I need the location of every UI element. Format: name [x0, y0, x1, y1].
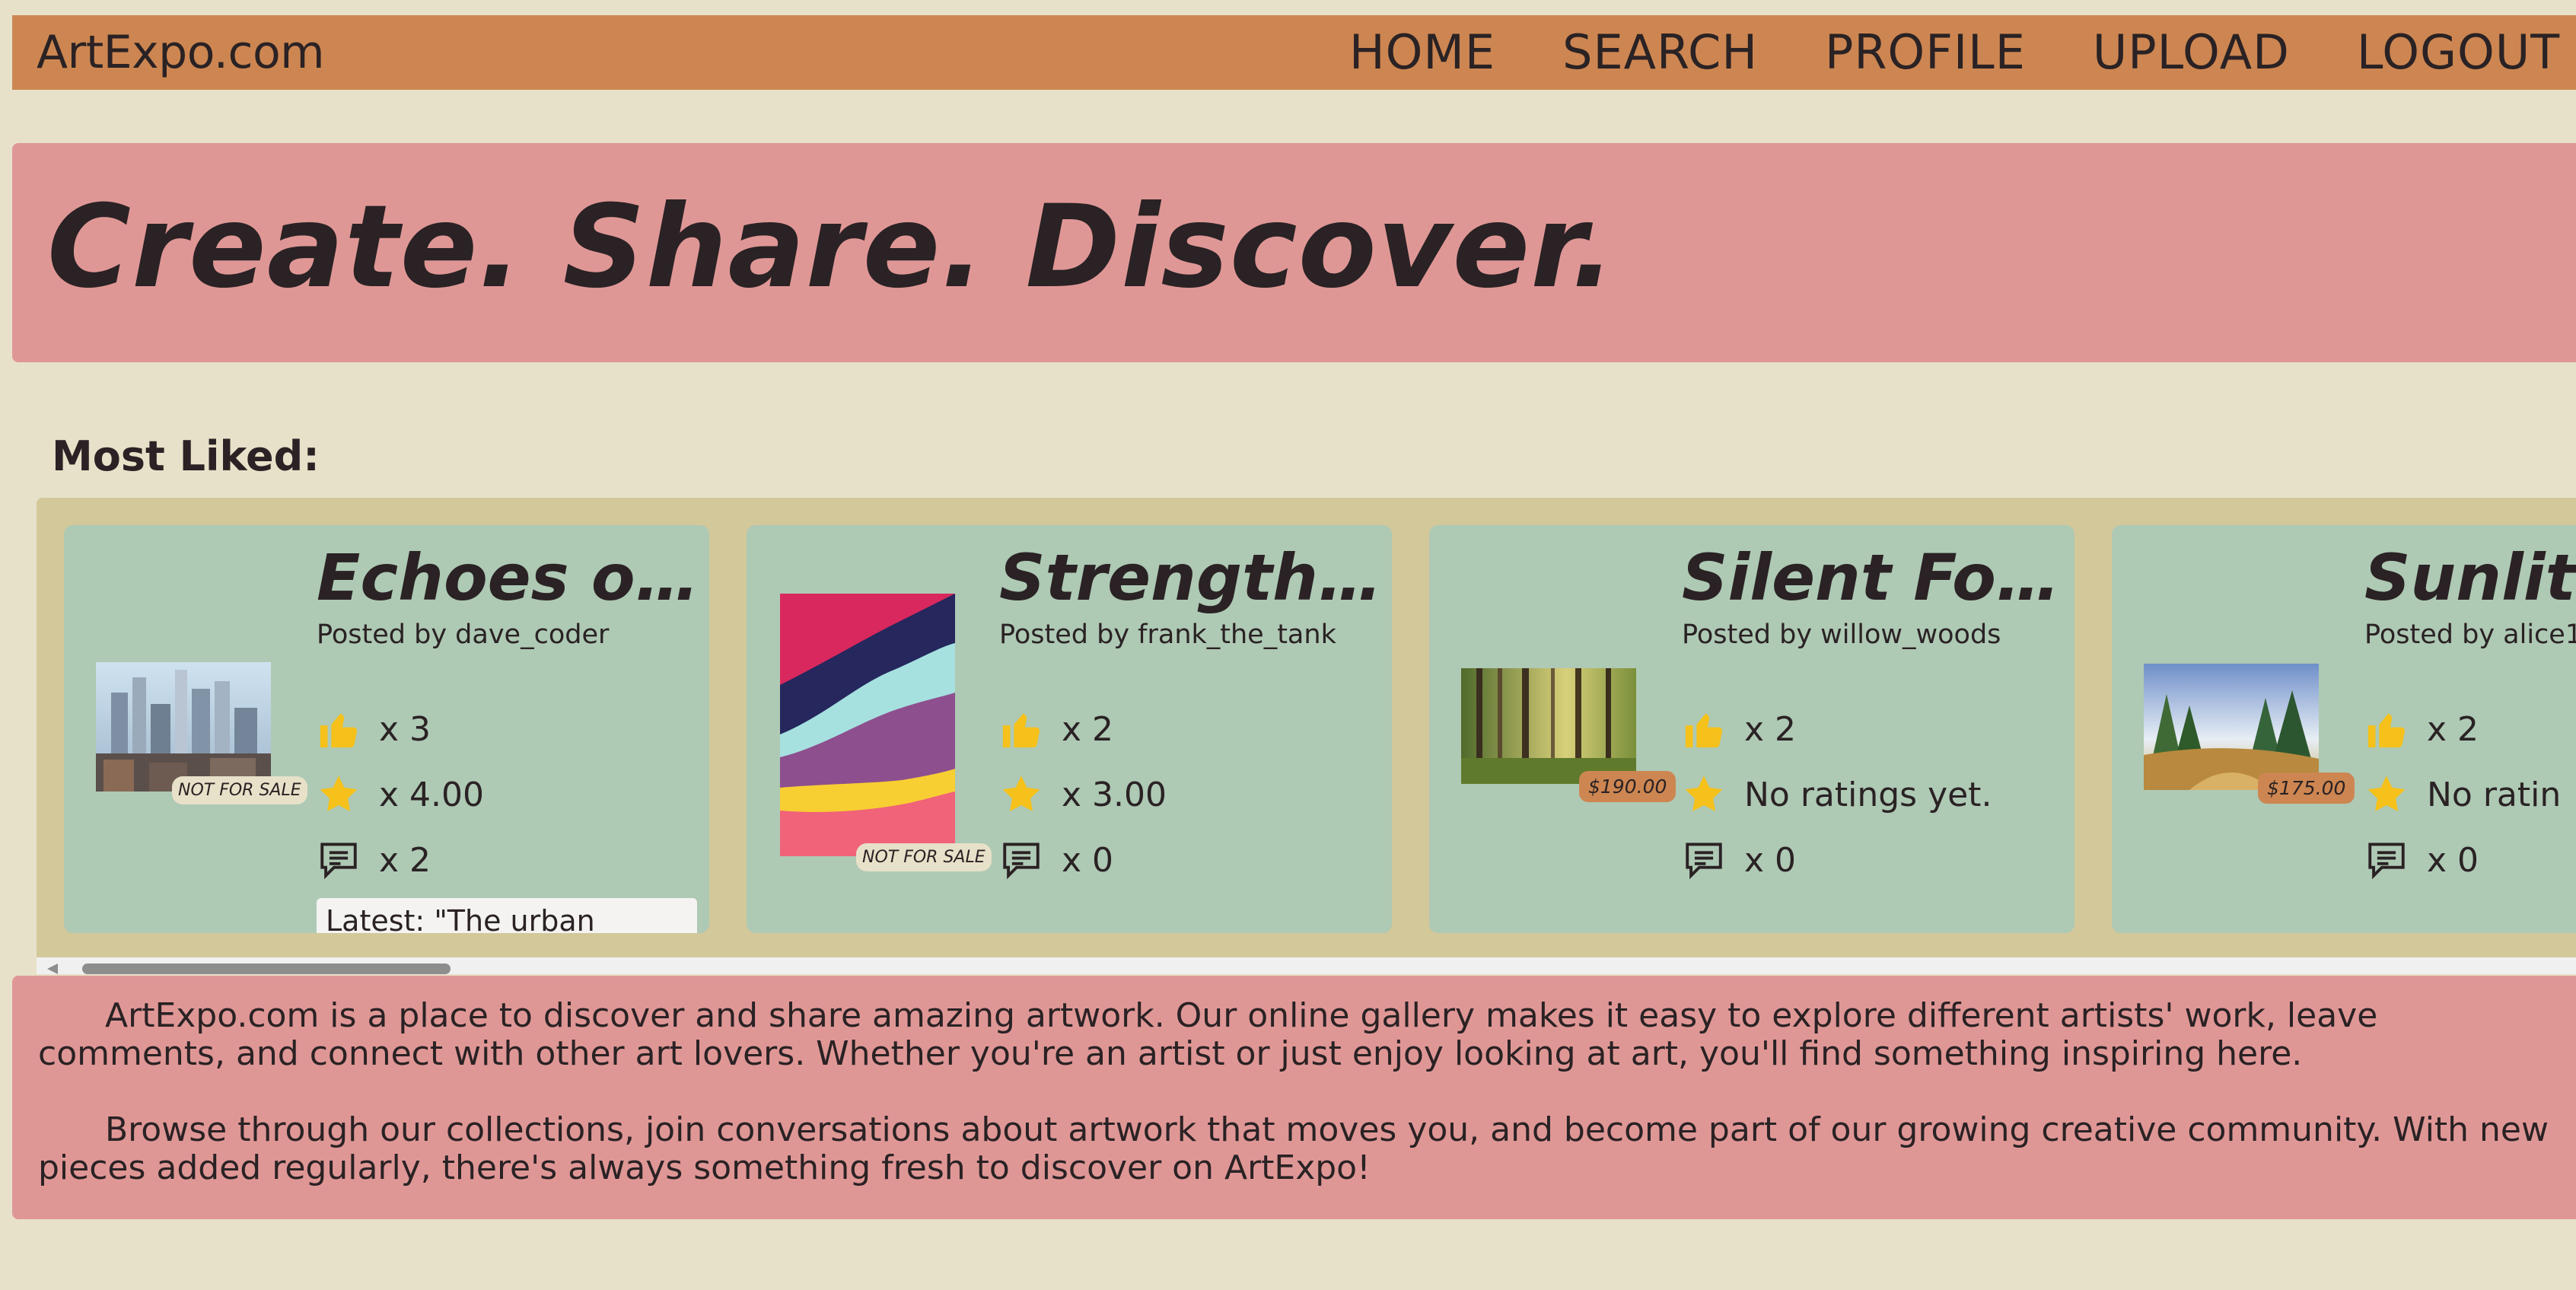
- rating-value: x 4.00: [379, 775, 484, 814]
- rating-stat: x 4.00: [317, 772, 484, 817]
- carousel-scrollbar[interactable]: [37, 957, 2576, 974]
- artwork-thumbnail[interactable]: NOT FOR SALE: [96, 662, 307, 804]
- rating-value: x 3.00: [1062, 775, 1167, 814]
- abstract-waves-artwork-image: [780, 594, 955, 856]
- brand-logo[interactable]: ArtExpo.com: [37, 15, 325, 90]
- nav-home[interactable]: HOME: [1349, 15, 1495, 90]
- nav-profile[interactable]: PROFILE: [1825, 15, 2026, 90]
- artwork-title[interactable]: Strength in...: [999, 540, 1387, 615]
- likes-stat: x 2: [2364, 706, 2479, 752]
- rating-value: No ratin: [2427, 775, 2562, 814]
- rating-stat: No ratings yet.: [1682, 772, 1992, 817]
- price-badge: $190.00: [1579, 771, 1676, 802]
- artwork-title[interactable]: Sunlit I: [2364, 540, 2576, 615]
- comments-count: x 0: [1062, 840, 1114, 880]
- comments-count: x 2: [379, 840, 431, 880]
- nav-logout[interactable]: LOGOUT: [2357, 15, 2560, 90]
- likes-count: x 3: [379, 709, 431, 749]
- top-nav: ArtExpo.com HOME SEARCH PROFILE UPLOAD L…: [12, 15, 2576, 90]
- star-icon: [1002, 776, 1040, 811]
- thumbs-up-icon[interactable]: [999, 707, 1043, 751]
- forest-artwork-image: [1461, 668, 1636, 784]
- scroll-left-arrow-icon[interactable]: [47, 964, 58, 974]
- artwork-poster: Posted by frank_the_tank: [999, 620, 1336, 650]
- comment-icon[interactable]: [317, 838, 361, 882]
- likes-count: x 2: [2427, 709, 2479, 749]
- thumbs-up-icon[interactable]: [317, 707, 361, 751]
- hero-banner: Create. Share. Discover.: [12, 143, 2576, 362]
- comments-stat: x 2: [317, 837, 431, 883]
- likes-count: x 2: [1062, 709, 1114, 749]
- comments-count: x 0: [1744, 840, 1797, 880]
- thumbs-up-icon[interactable]: [2364, 707, 2409, 751]
- comments-stat: x 0: [1682, 837, 1796, 883]
- comments-stat: x 0: [2364, 837, 2479, 883]
- nav-links: HOME SEARCH PROFILE UPLOAD LOGOUT: [1349, 15, 2576, 90]
- artwork-thumbnail[interactable]: $175.00: [2144, 664, 2355, 804]
- artwork-card[interactable]: NOT FOR SALE Echoes of t... Posted by da…: [64, 525, 709, 933]
- rating-value: No ratings yet.: [1744, 775, 1992, 814]
- star-icon: [2367, 776, 2406, 811]
- artwork-card[interactable]: $190.00 Silent Forest Posted by willow_w…: [1429, 525, 2074, 933]
- comment-icon[interactable]: [2364, 838, 2409, 882]
- artwork-card[interactable]: $175.00 Sunlit I Posted by alice12 x 2 N…: [2112, 525, 2576, 933]
- rating-stat: x 3.00: [999, 772, 1167, 817]
- likes-count: x 2: [1744, 709, 1797, 749]
- star-icon: [320, 776, 358, 811]
- star-icon: [1685, 776, 1723, 811]
- about-paragraph-2: Browse through our collections, join con…: [38, 1110, 2549, 1187]
- rating-stat: No ratin: [2364, 772, 2561, 817]
- nav-upload[interactable]: UPLOAD: [2093, 15, 2290, 90]
- artwork-thumbnail[interactable]: $190.00: [1461, 668, 1676, 802]
- scrollbar-thumb[interactable]: [82, 964, 451, 974]
- comment-icon[interactable]: [999, 838, 1043, 882]
- comments-count: x 0: [2427, 840, 2479, 880]
- sunlit-landscape-artwork-image: [2144, 664, 2319, 790]
- artwork-thumbnail[interactable]: NOT FOR SALE: [780, 594, 992, 871]
- thumbs-up-icon[interactable]: [1682, 707, 1726, 751]
- latest-comment: Latest: "The urban elements tell such a: [317, 898, 697, 933]
- artwork-poster: Posted by willow_woods: [1682, 620, 2001, 650]
- city-artwork-image: [96, 662, 271, 792]
- about-paragraph-1: ArtExpo.com is a place to discover and s…: [38, 996, 2378, 1073]
- most-liked-carousel[interactable]: NOT FOR SALE Echoes of t... Posted by da…: [37, 498, 2576, 957]
- likes-stat: x 2: [1682, 706, 1796, 752]
- hero-tagline: Create. Share. Discover.: [47, 181, 1616, 314]
- artwork-card[interactable]: NOT FOR SALE Strength in... Posted by fr…: [747, 525, 1392, 933]
- nav-search[interactable]: SEARCH: [1562, 15, 1758, 90]
- most-liked-heading: Most Liked:: [52, 432, 320, 480]
- artwork-title[interactable]: Echoes of t...: [317, 540, 705, 615]
- likes-stat: x 3: [317, 706, 431, 752]
- likes-stat: x 2: [999, 706, 1113, 752]
- artwork-poster: Posted by dave_coder: [317, 620, 610, 650]
- comments-stat: x 0: [999, 837, 1113, 883]
- price-badge: $175.00: [2258, 772, 2355, 804]
- comment-icon[interactable]: [1682, 838, 1726, 882]
- artwork-title[interactable]: Silent Forest: [1682, 540, 2070, 615]
- not-for-sale-badge: NOT FOR SALE: [172, 776, 307, 804]
- about-section: ArtExpo.com is a place to discover and s…: [12, 976, 2576, 1219]
- not-for-sale-badge: NOT FOR SALE: [856, 843, 992, 871]
- artwork-poster: Posted by alice12: [2364, 620, 2576, 650]
